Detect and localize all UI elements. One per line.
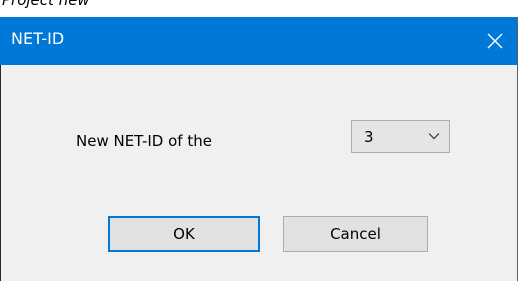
chevron-down-icon (428, 133, 440, 140)
background-header-text: Project new (2, 0, 90, 9)
netid-select-value: 3 (364, 128, 374, 146)
close-icon (487, 33, 503, 49)
background-window-strip: Project new (0, 0, 518, 18)
netid-dialog: NET-ID New NET-ID of the 3 OK Cancel (0, 17, 518, 281)
dialog-titlebar[interactable]: NET-ID (0, 17, 518, 65)
netid-select[interactable]: 3 (351, 120, 450, 153)
screen: Project new NET-ID New NET-ID of the 3 O… (0, 0, 518, 281)
netid-prompt-label: New NET-ID of the (76, 132, 212, 150)
close-button[interactable] (472, 17, 518, 65)
ok-button[interactable]: OK (108, 216, 260, 252)
dialog-title: NET-ID (11, 29, 65, 48)
cancel-button[interactable]: Cancel (283, 216, 428, 252)
